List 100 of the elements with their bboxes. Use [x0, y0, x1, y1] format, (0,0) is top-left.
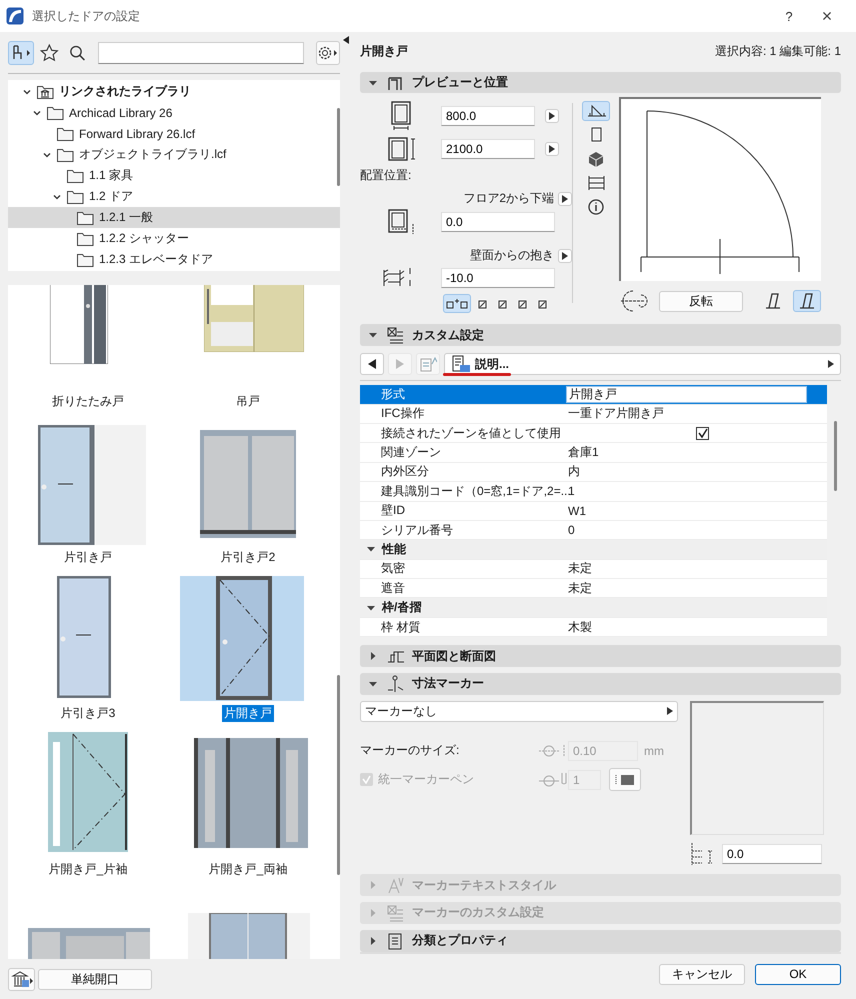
tree-item[interactable]: Archicad Library 26: [8, 102, 340, 123]
parameter-group[interactable]: 性能: [360, 540, 827, 560]
object-item[interactable]: 片開き戸_両袖: [168, 732, 328, 888]
marker-type-dropdown[interactable]: マーカーなし: [360, 700, 678, 722]
height-field[interactable]: 2100.0: [441, 138, 535, 159]
folder-icon: [66, 168, 85, 184]
tree-item[interactable]: オブジェクトライブラリ.lcf: [8, 144, 340, 165]
reveal-field[interactable]: -10.0: [441, 268, 555, 288]
play-icon: [549, 144, 555, 153]
collapse-arrow-icon[interactable]: [343, 36, 349, 44]
library-menu-button[interactable]: [8, 968, 35, 990]
scrollbar[interactable]: [337, 108, 340, 186]
object-item[interactable]: 折りたたみ戸: [8, 285, 168, 420]
underline-mark: [443, 373, 511, 376]
grid-list-icon: [386, 326, 404, 344]
flip-button[interactable]: 反転: [659, 290, 743, 312]
section-header[interactable]: 分類とプロパティ: [360, 930, 841, 952]
menu-arrow-button[interactable]: [545, 108, 559, 123]
folder-icon: [46, 104, 65, 120]
parameter-row[interactable]: 枠 材質 木製: [360, 618, 827, 638]
folder-icon: [56, 126, 75, 142]
help-button[interactable]: ?: [774, 8, 804, 24]
view-tab[interactable]: [582, 101, 610, 122]
tree-item[interactable]: 1.2 ドア: [8, 186, 340, 207]
object-item[interactable]: 片引き戸2: [168, 420, 328, 576]
menu-arrow-button[interactable]: [558, 192, 572, 206]
offset-field[interactable]: 0.0: [722, 844, 822, 864]
tree-item[interactable]: 1.2.1 一般: [8, 207, 340, 228]
placement-label: 配置位置:: [360, 167, 412, 184]
close-button[interactable]: ×: [812, 6, 842, 26]
tree-item[interactable]: Forward Library 26.lcf: [8, 123, 340, 144]
parameter-label: シリアル番号: [380, 522, 454, 539]
parameter-label: 遮音: [380, 580, 406, 597]
section-header[interactable]: カスタム設定: [360, 324, 841, 346]
object-item[interactable]: 片開き戸_片袖: [8, 732, 168, 888]
parameter-row[interactable]: 遮音 未定: [360, 579, 827, 598]
folder-icon: [76, 210, 95, 226]
menu-arrow-button[interactable]: [545, 142, 559, 156]
opening-side-button[interactable]: [793, 290, 821, 312]
parameter-group[interactable]: 枠/沓摺: [360, 598, 827, 618]
parameter-label: 形式: [380, 386, 406, 403]
tree-item[interactable]: 1.2.2 シャッター: [8, 228, 340, 249]
opening-button[interactable]: 単純開口: [38, 968, 152, 990]
hatch-pattern-icon: [615, 774, 635, 786]
object-item[interactable]: 片引き戸: [8, 420, 168, 576]
cancel-button[interactable]: キャンセル: [659, 964, 745, 985]
object-item[interactable]: 片開き戸: [168, 576, 328, 732]
checkbox[interactable]: [696, 426, 709, 440]
tree-item[interactable]: リンクされたライブラリ: [8, 81, 340, 102]
scrollbar[interactable]: [337, 675, 340, 875]
parameter-label: 接続されたゾーンを値として使用: [380, 424, 562, 442]
folder-icon: [66, 188, 85, 204]
section-title: 平面図と断面図: [412, 648, 496, 665]
settings-button[interactable]: [316, 41, 340, 65]
section-header[interactable]: 寸法マーカー: [360, 672, 841, 695]
play-icon: [549, 112, 555, 120]
search-icon[interactable]: [68, 44, 86, 62]
pen-pattern-button[interactable]: [609, 768, 641, 792]
page-dropdown[interactable]: 説明...: [444, 353, 841, 376]
star-icon[interactable]: [40, 43, 59, 63]
group-label: 枠/沓摺: [382, 599, 422, 616]
parameter-value: 一重ドア片開き戸: [567, 405, 665, 422]
section-header[interactable]: 平面図と断面図: [360, 645, 841, 667]
object-item[interactable]: 吊戸: [168, 285, 328, 420]
parameter-label: 関連ゾーン: [380, 444, 442, 462]
parameter-row[interactable]: 関連ゾーン 倉庫1: [360, 443, 827, 463]
section-title: マーカーテキストスタイル: [412, 876, 556, 894]
tree-item[interactable]: 1.1 家具: [8, 165, 340, 186]
door-leaf-icon: [764, 292, 782, 310]
object-type-button[interactable]: [8, 41, 34, 65]
folder-icon: [76, 230, 95, 246]
ok-button[interactable]: OK: [755, 964, 841, 985]
back-button[interactable]: [360, 353, 384, 376]
menu-arrow-button[interactable]: [558, 248, 572, 263]
marker-size-label: マーカーのサイズ:: [360, 742, 460, 760]
search-field[interactable]: [98, 42, 304, 64]
parameter-row[interactable]: 接続されたゾーンを値として使用: [360, 424, 827, 444]
scrollbar[interactable]: [834, 421, 837, 492]
parameter-row[interactable]: シリアル番号 0: [360, 520, 827, 540]
toggle-triangle-icon[interactable]: [368, 651, 378, 662]
section-title: マーカーのカスタム設定: [412, 904, 544, 922]
parameter-value[interactable]: 片開き戸: [566, 386, 807, 403]
height-icon: [388, 134, 418, 163]
parameter-row[interactable]: 気密 未定: [360, 560, 827, 580]
parameter-row[interactable]: IFC操作 一重ドア片開き戸: [360, 404, 827, 424]
width-field[interactable]: 800.0: [441, 106, 535, 126]
object-item[interactable]: 片引き戸3: [8, 576, 168, 732]
toggle-triangle-icon[interactable]: [368, 936, 378, 946]
section-header[interactable]: プレビューと位置: [360, 72, 841, 94]
play-icon: [667, 707, 673, 716]
parameter-row[interactable]: 内外区分 内: [360, 462, 827, 482]
unit-label: mm: [644, 744, 664, 758]
parameter-row[interactable]: 建具識別コード（0=窓,1=ドア,2=...1: [360, 482, 827, 502]
sill-field[interactable]: 0.0: [441, 212, 555, 232]
tree-item[interactable]: 1.2.3 エレベータドア: [8, 249, 340, 270]
settings-icon: [316, 44, 339, 62]
parameter-row[interactable]: 壁ID W1: [360, 502, 827, 521]
parameter-row[interactable]: 形式 片開き戸: [360, 385, 827, 405]
marker-icon: [386, 674, 404, 693]
anchor-button[interactable]: [443, 294, 471, 314]
